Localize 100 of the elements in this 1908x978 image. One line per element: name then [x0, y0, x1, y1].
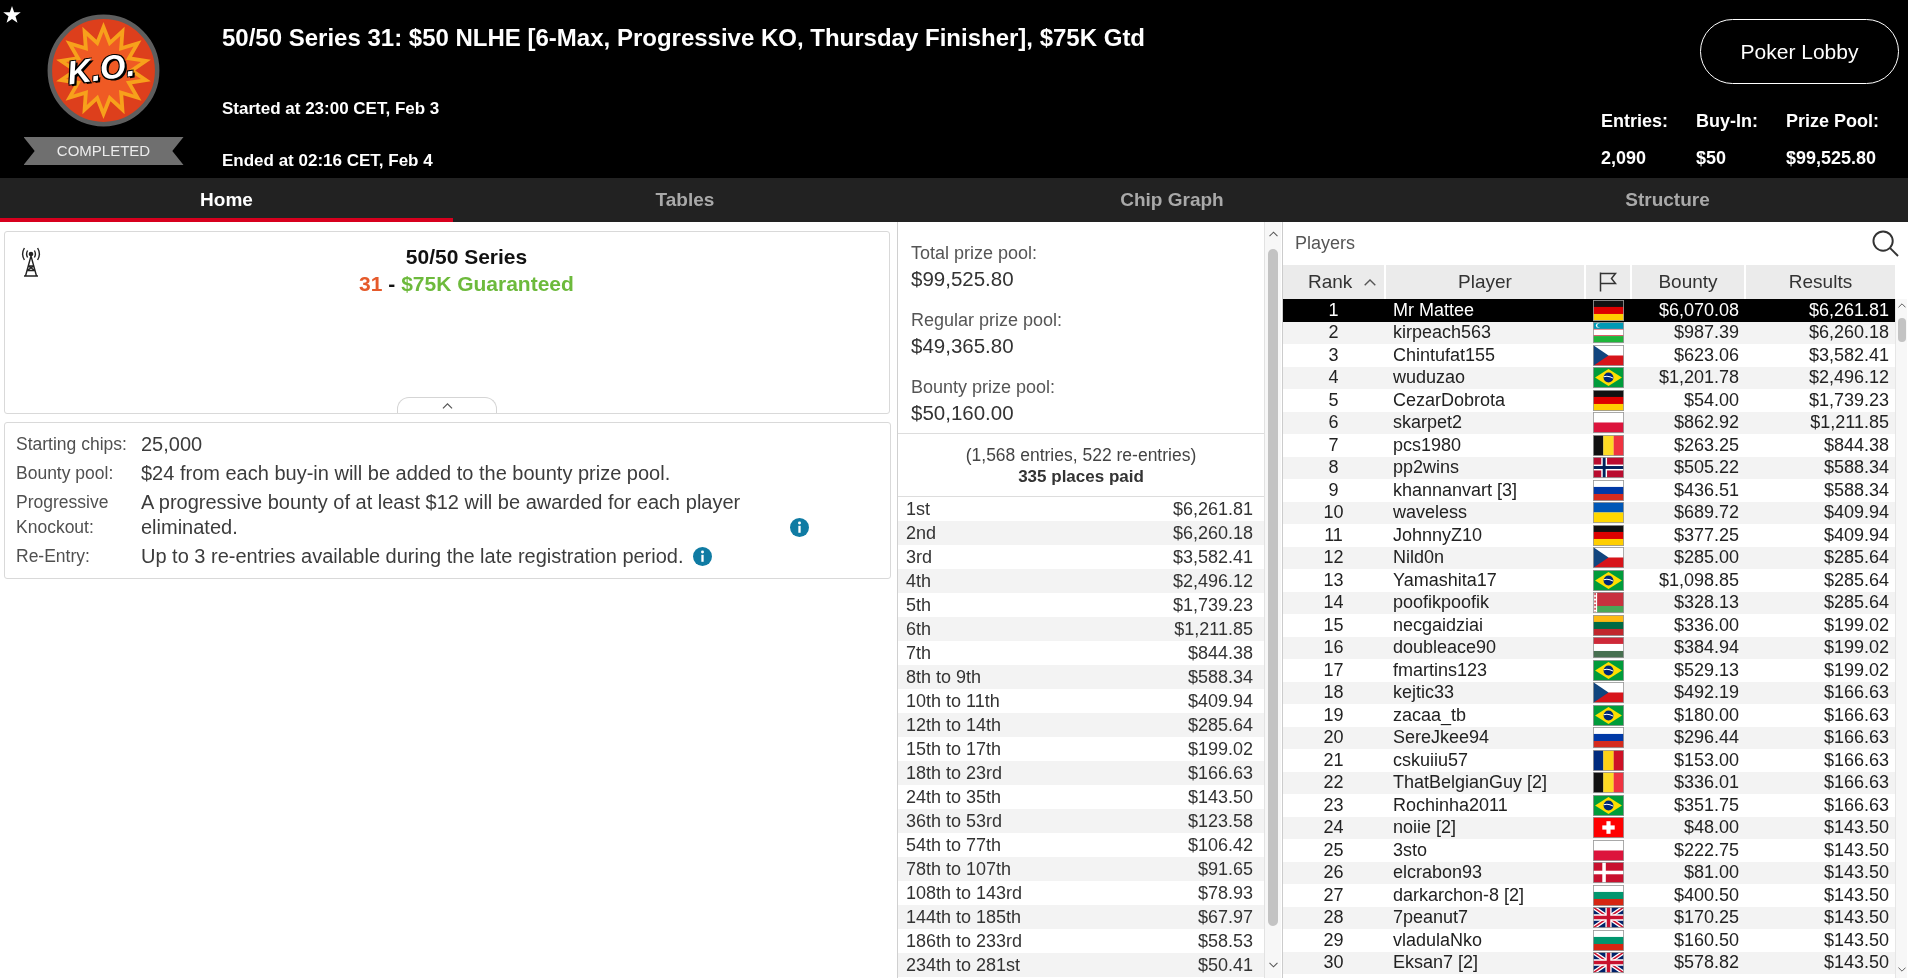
scrollbar-track[interactable]	[1895, 299, 1907, 978]
tab[interactable]: Chip Graph	[917, 178, 1427, 222]
rank-number: 2	[1328, 321, 1339, 345]
scrollbar-thumb[interactable]	[1268, 249, 1278, 926]
bounty-amount: $81.00	[1683, 861, 1739, 885]
player-row[interactable]: 11 JohnnyZ10 $377.25 $409.94	[1283, 524, 1895, 547]
tab[interactable]: Home	[0, 178, 453, 222]
payout-amount: $166.63	[1187, 761, 1253, 785]
sort-caret-icon	[1364, 278, 1376, 286]
player-row[interactable]: 15 necgaidziai $336.00 $199.02	[1283, 614, 1895, 637]
bounty-amount: $6,070.08	[1658, 298, 1739, 322]
rank-number: 15	[1323, 613, 1344, 637]
detail-label: Progressive Knockout:	[16, 491, 110, 539]
rank-number: 1	[1328, 298, 1339, 322]
payout-amount: $1,211.85	[1174, 617, 1253, 641]
column-header[interactable]: Bounty	[1632, 265, 1744, 299]
payout-amount: $91.65	[1197, 857, 1253, 881]
player-row[interactable]: 30 Eksan7 [2] $578.82 $143.50	[1283, 951, 1895, 974]
player-row[interactable]: 5 CezarDobrota $54.00 $1,739.23	[1283, 389, 1895, 412]
player-name: 7peanut7	[1393, 906, 1469, 930]
player-row[interactable]: 1 Mr Mattee $6,070.08 $6,261.81	[1283, 299, 1895, 322]
bounty-amount: $336.01	[1673, 771, 1739, 795]
germany-flag-icon	[1592, 299, 1624, 321]
bounty-amount: $384.94	[1673, 636, 1739, 660]
rank-number: 14	[1323, 591, 1344, 615]
russia-flag-icon	[1592, 479, 1624, 501]
brazil-flag-icon	[1592, 367, 1624, 389]
player-row[interactable]: 22 ThatBelgianGuy [2] $336.01 $166.63	[1283, 771, 1895, 794]
bounty-amount: $170.25	[1673, 906, 1739, 930]
place-label: 18th to 23rd	[906, 761, 1003, 785]
player-name: elcrabon93	[1393, 861, 1483, 885]
player-row[interactable]: 6 skarpet2 $862.92 $1,211.85	[1283, 411, 1895, 434]
place-label: 15th to 17th	[906, 737, 1002, 761]
stat-value: $99,525.80	[1786, 147, 1877, 170]
player-name: fmartins123	[1393, 658, 1488, 682]
bounty-amount: $160.50	[1673, 928, 1739, 952]
rank-number: 9	[1328, 478, 1339, 502]
romania-flag-icon	[1592, 749, 1624, 771]
player-row[interactable]: 20 SereJkee94 $296.44 $166.63	[1283, 726, 1895, 749]
series-subtitle: 31 - $75K Guaranteed	[359, 271, 574, 297]
result-amount: $409.94	[1823, 501, 1889, 525]
column-header[interactable]: Rank	[1283, 265, 1384, 299]
player-row[interactable]: 29 vladulaNko $160.50 $143.50	[1283, 929, 1895, 952]
player-row[interactable]: 26 elcrabon93 $81.00 $143.50	[1283, 861, 1895, 884]
scrollbar-thumb[interactable]	[1897, 318, 1906, 342]
payout-amount: $588.34	[1187, 665, 1253, 689]
tab[interactable]: Structure	[1427, 178, 1908, 222]
player-row[interactable]: 24 noiie [2] $48.00 $143.50	[1283, 816, 1895, 839]
payout-amount: $285.64	[1187, 713, 1253, 737]
player-row[interactable]: 7 pcs1980 $263.25 $844.38	[1283, 434, 1895, 457]
player-name: Nild0n	[1393, 546, 1445, 570]
player-row[interactable]: 10 waveless $689.72 $409.94	[1283, 501, 1895, 524]
player-row[interactable]: 28 7peanut7 $170.25 $143.50	[1283, 906, 1895, 929]
result-amount: $6,261.81	[1808, 298, 1889, 322]
star-icon[interactable]	[3, 6, 21, 23]
player-row[interactable]: 8 pp2wins $505.22 $588.34	[1283, 456, 1895, 479]
bounty-amount: $505.22	[1673, 456, 1739, 480]
player-row[interactable]: 9 khannanvart [3] $436.51 $588.34	[1283, 479, 1895, 502]
result-amount: $844.38	[1823, 433, 1889, 457]
search-icon[interactable]	[1872, 230, 1899, 257]
player-row[interactable]: 16 doubleace90 $384.94 $199.02	[1283, 636, 1895, 659]
place-label: 5th	[906, 593, 932, 617]
player-row[interactable]: 13 Yamashita17 $1,098.85 $285.64	[1283, 569, 1895, 592]
info-icon[interactable]	[790, 518, 809, 537]
player-name: Mr Mattee	[1393, 298, 1475, 322]
player-row[interactable]: 21 cskuiiu57 $153.00 $166.63	[1283, 749, 1895, 772]
belgium-flag-icon	[1592, 772, 1624, 794]
player-row[interactable]: 19 zacaa_tb $180.00 $166.63	[1283, 704, 1895, 727]
tab[interactable]: Tables	[453, 178, 917, 222]
player-name: khannanvart [3]	[1393, 478, 1518, 502]
player-row[interactable]: 4 wuduzao $1,201.78 $2,496.12	[1283, 366, 1895, 389]
detail-value: 25,000	[141, 432, 203, 457]
player-row[interactable]: 18 kejtic33 $492.19 $166.63	[1283, 681, 1895, 704]
player-name: zacaa_tb	[1393, 703, 1467, 728]
player-row[interactable]: 3 Chintufat155 $623.06 $3,582.41	[1283, 344, 1895, 367]
player-row[interactable]: 12 Nild0n $285.00 $285.64	[1283, 546, 1895, 569]
rank-number: 6	[1328, 411, 1339, 435]
result-amount: $409.94	[1823, 523, 1889, 547]
place-label: 108th to 143rd	[906, 881, 1023, 905]
column-header[interactable]	[1586, 265, 1630, 299]
player-name: waveless	[1393, 501, 1468, 525]
bounty-amount: $400.50	[1673, 883, 1739, 907]
player-row[interactable]: 25 3sto $222.75 $143.50	[1283, 839, 1895, 862]
column-header[interactable]: Results	[1746, 265, 1895, 299]
info-icon[interactable]	[692, 547, 712, 566]
column-header[interactable]: Player	[1386, 265, 1584, 299]
player-name: kirpeach563	[1393, 321, 1492, 345]
player-row[interactable]: 27 darkarchon-8 [2] $400.50 $143.50	[1283, 884, 1895, 907]
player-row[interactable]: 23 Rochinha2011 $351.75 $166.63	[1283, 794, 1895, 817]
player-row[interactable]: 14 poofikpoofik $328.13 $285.64	[1283, 591, 1895, 614]
rank-number: 28	[1323, 906, 1344, 930]
rank-number: 21	[1323, 748, 1344, 772]
pool-label: Regular prize pool:	[911, 309, 1063, 331]
chevron-up-icon	[441, 402, 453, 409]
player-name: darkarchon-8 [2]	[1393, 883, 1525, 907]
rank-number: 20	[1323, 726, 1344, 750]
player-row[interactable]: 2 kirpeach563 $987.39 $6,260.18	[1283, 321, 1895, 344]
player-row[interactable]: 17 fmartins123 $529.13 $199.02	[1283, 659, 1895, 682]
scrollbar-track[interactable]	[1264, 222, 1281, 978]
bounty-amount: $623.06	[1673, 343, 1739, 367]
